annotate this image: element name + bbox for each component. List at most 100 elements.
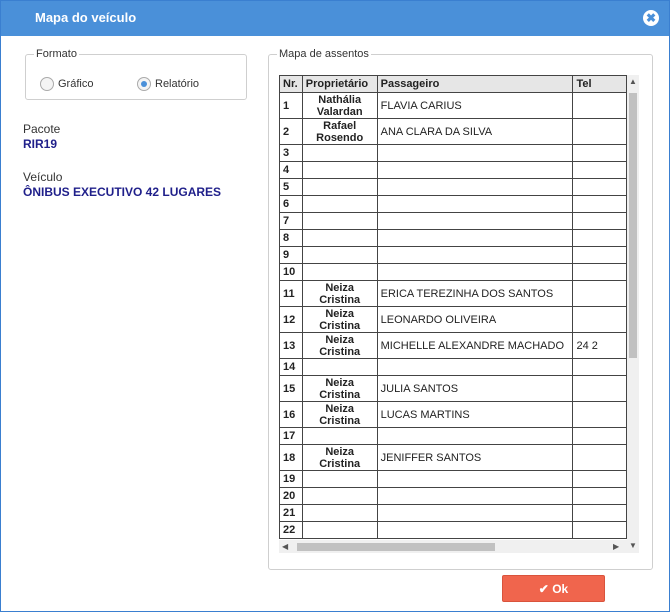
vertical-scrollbar[interactable]: ▲ ▼ <box>627 75 639 553</box>
seat-passenger <box>376 161 574 179</box>
seat-passenger <box>376 229 574 247</box>
seat-row: 21 <box>279 504 627 522</box>
seat-number: 5 <box>279 178 303 196</box>
header-proprietario: Proprietário <box>301 75 378 93</box>
seat-passenger <box>376 246 574 264</box>
seat-passenger: ERICA TEREZINHA DOS SANTOS <box>376 280 574 307</box>
seat-table-viewport[interactable]: Nr. Proprietário Passageiro Tel 1 Natháli… <box>279 75 627 540</box>
pacote-label: Pacote <box>23 122 61 136</box>
seat-row: 13 Neiza Cristina MICHELLE ALEXANDRE MACHA… <box>279 332 627 359</box>
radio-grafico-label: Gráfico <box>58 77 94 90</box>
radio-grafico[interactable]: Gráfico <box>40 77 93 91</box>
seat-phone: 24 2 <box>572 332 627 359</box>
seat-passenger <box>376 144 574 162</box>
seat-row: 8 <box>279 229 627 247</box>
vertical-scroll-thumb[interactable] <box>629 93 637 358</box>
seat-owner <box>301 144 378 162</box>
seat-passenger <box>376 358 574 376</box>
seat-number: 19 <box>279 470 303 488</box>
seat-owner <box>301 470 378 488</box>
seat-row: 5 <box>279 178 627 196</box>
seat-passenger: ANA CLARA DA SILVA <box>376 118 574 145</box>
seat-owner <box>301 504 378 522</box>
seat-row: 11 Neiza Cristina ERICA TEREZINHA DOS SANT… <box>279 280 627 307</box>
seat-number: 12 <box>279 306 303 333</box>
seat-owner <box>301 178 378 196</box>
seat-phone <box>572 92 627 119</box>
seat-owner: Rafael Rosendo <box>301 118 378 145</box>
radio-grafico-icon[interactable] <box>40 77 54 91</box>
seat-number: 14 <box>279 358 303 376</box>
seat-phone <box>572 306 627 333</box>
seat-passenger <box>376 487 574 505</box>
seat-row: 20 <box>279 487 627 505</box>
seat-row: 3 <box>279 144 627 162</box>
seat-row: 19 <box>279 470 627 488</box>
seat-number: 20 <box>279 487 303 505</box>
seat-owner <box>301 195 378 213</box>
seat-phone <box>572 444 627 471</box>
seat-phone <box>572 161 627 179</box>
seat-owner <box>301 161 378 179</box>
seat-phone <box>572 118 627 145</box>
seat-number: 22 <box>279 521 303 539</box>
seat-owner <box>301 229 378 247</box>
seat-map-legend: Mapa de assentos <box>279 48 369 60</box>
dialog-title: Mapa do veículo <box>35 10 137 25</box>
seat-phone <box>572 470 627 488</box>
check-icon: ✔ <box>538 582 549 596</box>
seat-phone <box>572 375 627 402</box>
seat-passenger <box>376 470 574 488</box>
seat-number: 3 <box>279 144 303 162</box>
seat-phone <box>572 521 627 539</box>
seat-phone <box>572 229 627 247</box>
header-passageiro: Passageiro <box>376 75 574 93</box>
seat-number: 8 <box>279 229 303 247</box>
close-icon[interactable]: ✖ <box>643 10 659 26</box>
seat-passenger: JULIA SANTOS <box>376 375 574 402</box>
seat-owner: Neiza Cristina <box>301 444 378 471</box>
seat-number: 4 <box>279 161 303 179</box>
seat-number: 7 <box>279 212 303 230</box>
seat-phone <box>572 401 627 428</box>
header-nr: Nr. <box>279 75 303 93</box>
seat-passenger <box>376 195 574 213</box>
vehicle-map-dialog: Mapa do veículo ✖ Formato Gráfico Relató… <box>0 0 670 612</box>
radio-relatorio-icon[interactable] <box>137 77 151 91</box>
seat-row: 12 Neiza Cristina LEONARDO OLIVEIRA <box>279 306 627 333</box>
scroll-down-icon[interactable]: ▼ <box>629 541 637 550</box>
seat-owner <box>301 263 378 281</box>
seat-row: 16 Neiza Cristina LUCAS MARTINS <box>279 401 627 428</box>
seat-row: 7 <box>279 212 627 230</box>
seat-row: 2 Rafael Rosendo ANA CLARA DA SILVA <box>279 118 627 145</box>
seat-passenger <box>376 178 574 196</box>
seat-row: 6 <box>279 195 627 213</box>
seat-number: 15 <box>279 375 303 402</box>
seat-number: 10 <box>279 263 303 281</box>
seat-passenger: LUCAS MARTINS <box>376 401 574 428</box>
scroll-up-icon[interactable]: ▲ <box>629 77 637 86</box>
seat-owner: Neiza Cristina <box>301 332 378 359</box>
formato-legend: Formato <box>36 48 77 60</box>
radio-relatorio[interactable]: Relatório <box>137 77 199 91</box>
seat-phone <box>572 246 627 264</box>
seat-number: 9 <box>279 246 303 264</box>
seat-passenger <box>376 427 574 445</box>
seat-passenger <box>376 263 574 281</box>
scroll-right-icon[interactable]: ▶ <box>613 542 619 551</box>
seat-row: 4 <box>279 161 627 179</box>
seat-passenger: MICHELLE ALEXANDRE MACHADO <box>376 332 574 359</box>
horizontal-scroll-thumb[interactable] <box>297 543 495 551</box>
seat-number: 18 <box>279 444 303 471</box>
seat-phone <box>572 280 627 307</box>
scroll-left-icon[interactable]: ◀ <box>282 542 288 551</box>
seat-owner: Neiza Cristina <box>301 401 378 428</box>
seat-phone <box>572 263 627 281</box>
ok-button[interactable]: ✔ Ok <box>502 575 605 602</box>
seat-phone <box>572 212 627 230</box>
seat-owner <box>301 246 378 264</box>
veiculo-value: ÔNIBUS EXECUTIVO 42 LUGARES <box>23 185 222 199</box>
pacote-value: RIR19 <box>23 137 58 151</box>
ok-label: Ok <box>552 582 569 596</box>
horizontal-scrollbar[interactable]: ◀ ▶ <box>279 540 627 553</box>
